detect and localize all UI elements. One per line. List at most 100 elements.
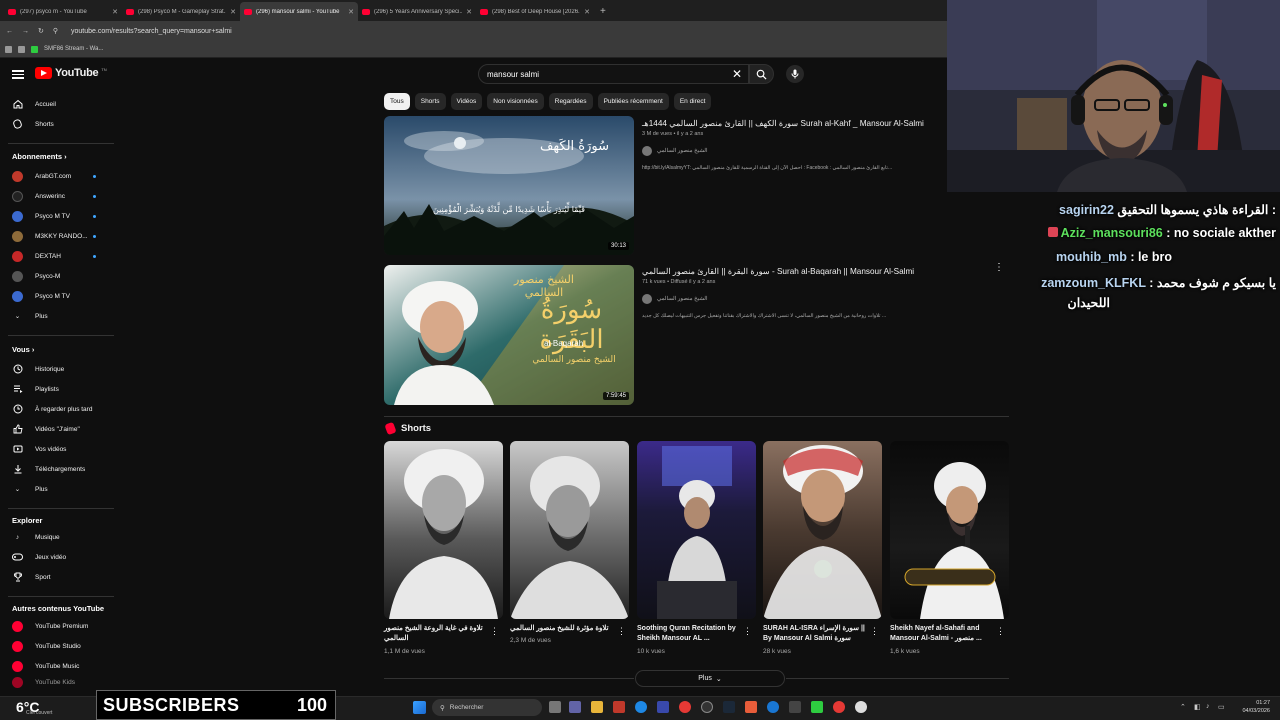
short-title[interactable]: Sheikh Nayef al-Sahafi and Mansour Al-Sa… (890, 624, 994, 643)
menu-icon[interactable] (12, 68, 24, 80)
short-title[interactable]: Soothing Quran Recitation by Sheikh Mans… (637, 624, 741, 643)
file-explorer-icon[interactable] (591, 701, 603, 713)
sidebar-item-subscription[interactable]: Psyco M TV (0, 206, 110, 226)
more-actions-icon[interactable]: ⋮ (994, 263, 1004, 273)
task-view-icon[interactable] (549, 701, 561, 713)
more-actions-icon[interactable]: ⋮ (490, 626, 499, 637)
app-icon[interactable] (833, 701, 845, 713)
back-icon[interactable]: ← (6, 28, 13, 35)
video-thumbnail[interactable]: الشيخ منصور السالمي سُورَةُ البَقَرَة al… (384, 265, 634, 405)
short-thumbnail[interactable] (510, 441, 629, 619)
sidebar-item-youtube-kids[interactable]: YouTube Kids (0, 676, 110, 688)
video-thumbnail[interactable]: سُورَةُ الكَهف قَيِّمًا لِّيُنذِرَ بَأْس… (384, 116, 634, 255)
chip-recently-uploaded[interactable]: Publiées récemment (597, 93, 669, 110)
steam-icon[interactable] (723, 701, 735, 713)
url-field[interactable]: youtube.com/results?search_query=mansour… (71, 28, 232, 35)
bookmark-link[interactable]: SMF86 Stream - Wa... (44, 46, 103, 52)
bookmark-icon[interactable] (5, 45, 12, 53)
browser-tab[interactable]: (298) Best of Deep House [2026... ✕ (476, 2, 594, 21)
search-input[interactable] (487, 69, 748, 79)
taskbar-clock[interactable]: 01:27 04/03/2026 (1230, 699, 1270, 715)
close-tab-icon[interactable]: ✕ (230, 8, 236, 16)
browser-tab-active[interactable]: (296) mansour salmi - YouTube ✕ (240, 2, 358, 21)
sidebar-show-more-subs[interactable]: ⌄ Plus (0, 306, 110, 326)
more-actions-icon[interactable]: ⋮ (870, 626, 879, 637)
sidebar-item-subscription[interactable]: Psyco M TV (0, 286, 110, 306)
clear-search-icon[interactable]: ✕ (730, 67, 744, 81)
sidebar-item-subscription[interactable]: Psyco-M (0, 266, 110, 286)
you-heading[interactable]: Vous › (12, 345, 34, 354)
youtube-logo[interactable]: YouTube TN (35, 67, 107, 79)
sidebar-item-music[interactable]: ♪ Musique (0, 527, 110, 547)
app-icon[interactable] (701, 701, 713, 713)
sidebar-item-subscription[interactable]: DEXTAH (0, 246, 110, 266)
browser-tab[interactable]: (298) Psyco M - Gameplay Strat... ✕ (122, 2, 240, 21)
sidebar-item-shorts[interactable]: Shorts (0, 114, 110, 134)
sidebar-item-youtube-premium[interactable]: YouTube Premium (0, 616, 110, 636)
sidebar-show-more-you[interactable]: ⌄ Plus (0, 479, 110, 499)
voice-search-button[interactable] (786, 65, 804, 83)
sidebar-item-watch-later[interactable]: À regarder plus tard (0, 399, 110, 419)
video-title[interactable]: سورة البقرة || القارئ منصور السالمي - Su… (642, 266, 914, 276)
more-actions-icon[interactable]: ⋮ (743, 626, 752, 637)
close-tab-icon[interactable]: ✕ (466, 8, 472, 16)
short-thumbnail[interactable] (637, 441, 756, 619)
more-actions-icon[interactable]: ⋮ (617, 626, 626, 637)
sidebar-item-your-videos[interactable]: Vos vidéos (0, 439, 110, 459)
video-title[interactable]: سورة الكهف || القارئ منصور السالمي 1444ه… (642, 118, 924, 128)
volume-icon[interactable]: ♪ (1206, 703, 1210, 710)
subscriptions-heading[interactable]: Abonnements › (12, 152, 67, 161)
short-title[interactable]: تلاوة في غاية الروعة الشيخ منصور السالمي (384, 624, 488, 643)
network-icon[interactable]: ◧ (1194, 703, 1201, 711)
show-more-shorts-button[interactable]: Plus ⌄ (635, 670, 785, 687)
close-tab-icon[interactable]: ✕ (112, 8, 118, 16)
chip-all[interactable]: Tous (384, 93, 410, 110)
short-thumbnail[interactable] (763, 441, 882, 619)
close-tab-icon[interactable]: ✕ (584, 8, 590, 16)
video-channel[interactable]: الشيخ منصور السالمي (642, 146, 707, 156)
obs-tools-icon[interactable] (745, 701, 757, 713)
apps-icon[interactable] (18, 45, 25, 53)
sidebar-item-home[interactable]: Accueil (0, 94, 110, 114)
new-tab-button[interactable]: + (594, 2, 612, 21)
short-thumbnail[interactable] (384, 441, 503, 619)
tray-chevron-icon[interactable]: ⌃ (1180, 703, 1186, 711)
weather-widget[interactable]: 6°C Ciel couvert (0, 696, 100, 720)
teams-icon[interactable] (569, 701, 581, 713)
office-icon[interactable] (613, 701, 625, 713)
chip-shorts[interactable]: Shorts (414, 93, 446, 110)
chip-watched[interactable]: Regardées (548, 93, 593, 110)
sidebar-item-liked[interactable]: Vidéos "J'aime" (0, 419, 110, 439)
browser-tab[interactable]: (296) 5 Years Anniversary Speci... ✕ (358, 2, 476, 21)
app-icon[interactable] (789, 701, 801, 713)
sidebar-item-youtube-studio[interactable]: YouTube Studio (0, 636, 110, 656)
sidebar-item-gaming[interactable]: Jeux vidéo (0, 547, 110, 567)
chip-videos[interactable]: Vidéos (450, 93, 483, 110)
sidebar-item-subscription[interactable]: Answerinc (0, 186, 110, 206)
sidebar-item-downloads[interactable]: Téléchargements (0, 459, 110, 479)
app-icon[interactable] (767, 701, 779, 713)
chrome-icon[interactable] (679, 701, 691, 713)
battery-icon[interactable]: ▭ (1218, 703, 1225, 711)
browser-tab[interactable]: (297) psyco m - YouTube ✕ (4, 2, 122, 21)
more-actions-icon[interactable]: ⋮ (996, 626, 1005, 637)
forward-icon[interactable]: → (22, 28, 29, 35)
store-icon[interactable] (657, 701, 669, 713)
sidebar-item-playlists[interactable]: Playlists (0, 379, 110, 399)
short-title[interactable]: SURAH AL-ISRA سورة الإسراء || By Mansour… (763, 624, 867, 643)
short-thumbnail[interactable] (890, 441, 1009, 619)
obs-icon[interactable] (855, 701, 867, 713)
site-info-icon[interactable]: ⚲ (53, 27, 58, 35)
search-button[interactable] (749, 64, 774, 84)
sidebar-item-youtube-music[interactable]: YouTube Music (0, 656, 110, 676)
play-icon[interactable] (811, 701, 823, 713)
chip-live[interactable]: En direct (673, 93, 712, 110)
sidebar-item-history[interactable]: Historique (0, 359, 110, 379)
reload-icon[interactable]: ↻ (38, 27, 44, 35)
sidebar-item-subscription[interactable]: M3KKY RANDO... (0, 226, 110, 246)
sidebar-item-sport[interactable]: Sport (0, 567, 110, 587)
windows-start-icon[interactable] (413, 701, 426, 714)
taskbar-search[interactable]: ⚲ Rechercher (432, 699, 542, 716)
close-tab-icon[interactable]: ✕ (348, 8, 354, 16)
chip-unwatched[interactable]: Non visionnées (487, 93, 544, 110)
